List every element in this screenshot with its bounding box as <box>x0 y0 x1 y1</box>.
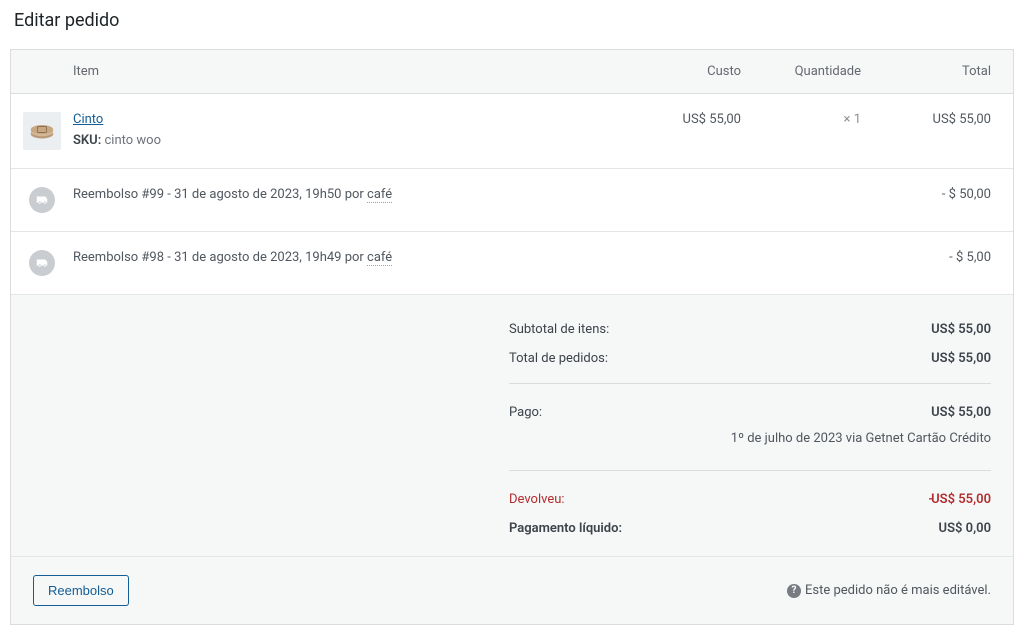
refund-amount: - $ 50,00 <box>873 169 1013 232</box>
belt-icon <box>27 116 57 146</box>
order-items-panel: Item Custo Quantidade Total <box>10 49 1014 625</box>
line-qty: × 1 <box>753 94 873 169</box>
refund-icon <box>29 187 55 213</box>
paid-line: Pago: US$ 55,00 <box>509 398 991 427</box>
paid-note: 1º de julho de 2023 via Getnet Cartão Cr… <box>509 427 991 460</box>
page-title: Editar pedido <box>0 0 1024 49</box>
subtotal-line: Subtotal de itens: US$ 55,00 <box>509 315 991 344</box>
refund-text: Reembolso #99 - 31 de agosto de 2023, 19… <box>73 187 367 202</box>
product-thumb <box>23 112 61 150</box>
orders-total-line: Total de pedidos: US$ 55,00 <box>509 344 991 373</box>
refund-button[interactable]: Reembolso <box>33 575 129 606</box>
col-cost: Custo <box>623 50 753 94</box>
help-icon[interactable]: ? <box>787 584 801 598</box>
line-cost: US$ 55,00 <box>623 94 753 169</box>
col-thumb <box>11 50 61 94</box>
product-link[interactable]: Cinto <box>73 112 103 127</box>
refund-row: Reembolso #98 - 31 de agosto de 2023, 19… <box>11 232 1013 295</box>
items-table: Item Custo Quantidade Total <box>11 50 1013 295</box>
line-item-row: Cinto SKU: cinto woo US$ 55,00 × 1 US$ 5… <box>11 94 1013 169</box>
refunded-line: Devolveu: US$ 55,00 <box>509 485 991 514</box>
not-editable-notice: ? Este pedido não é mais editável. <box>787 583 991 598</box>
refund-author[interactable]: café <box>367 250 392 266</box>
refund-icon <box>29 250 55 276</box>
col-item: Item <box>61 50 623 94</box>
refund-author[interactable]: café <box>367 187 392 203</box>
col-total: Total <box>873 50 1013 94</box>
panel-footer: Reembolso ? Este pedido não é mais editá… <box>11 556 1013 624</box>
totals-area: Subtotal de itens: US$ 55,00 Total de pe… <box>11 295 1013 556</box>
refund-row: Reembolso #99 - 31 de agosto de 2023, 19… <box>11 169 1013 232</box>
line-total: US$ 55,00 <box>873 94 1013 169</box>
refund-amount: - $ 5,00 <box>873 232 1013 295</box>
sku-line: SKU: cinto woo <box>73 133 611 148</box>
refund-text: Reembolso #98 - 31 de agosto de 2023, 19… <box>73 250 367 265</box>
net-payment-line: Pagamento líquido: US$ 0,00 <box>509 514 991 556</box>
col-qty: Quantidade <box>753 50 873 94</box>
